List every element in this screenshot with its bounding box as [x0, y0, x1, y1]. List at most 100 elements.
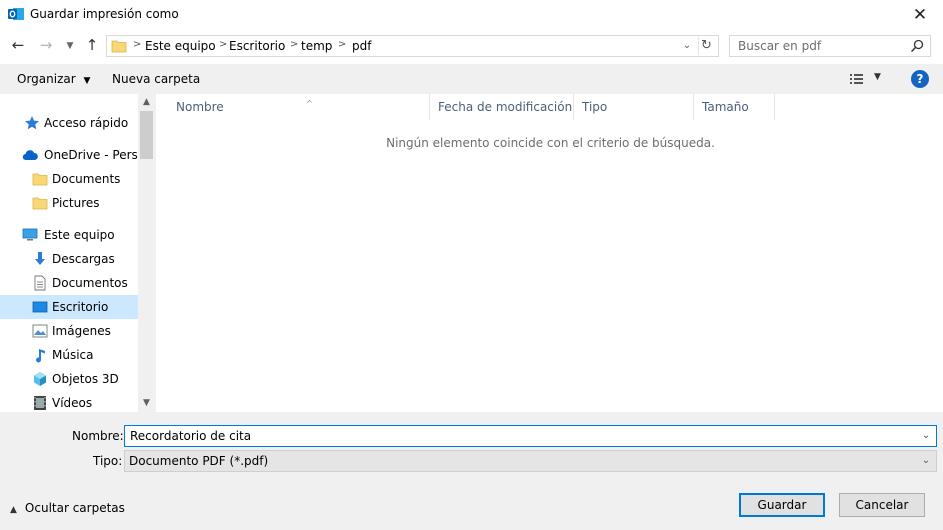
sidebar-item-pictures-onedrive[interactable]: Pictures [0, 191, 138, 215]
search-icon[interactable] [909, 38, 925, 54]
address-bar[interactable]: > Este equipo > Escritorio > temp > pdf … [106, 35, 719, 57]
refresh-icon: ↻ [701, 38, 712, 53]
column-header-label: Nombre [176, 100, 224, 114]
organize-button[interactable]: Organizar ▼ [17, 72, 90, 86]
sidebar-item-label: Vídeos [52, 396, 93, 410]
recent-locations-button[interactable]: ▼ [64, 38, 76, 54]
folder-icon [32, 173, 48, 186]
sidebar-item-music[interactable]: Música [0, 343, 138, 367]
sidebar-item-label: Descargas [52, 252, 115, 266]
file-name-combobox[interactable]: ⌄ [124, 425, 937, 447]
new-folder-button[interactable]: Nueva carpeta [112, 72, 200, 86]
file-name-input[interactable] [125, 426, 915, 446]
up-button[interactable]: ↑ [82, 36, 102, 56]
change-view-button[interactable]: ▼ [848, 71, 886, 87]
file-type-dropdown-button[interactable]: ⌄ [918, 452, 934, 470]
sidebar-item-documents-onedrive[interactable]: Documents [0, 167, 138, 191]
back-button[interactable]: ← [8, 36, 28, 56]
breadcrumb-separator-icon: > [133, 39, 142, 50]
refresh-button[interactable]: ↻ [698, 37, 714, 55]
hide-folders-button[interactable]: ▲ Ocultar carpetas [10, 501, 125, 515]
breadcrumb-separator-icon: > [290, 39, 299, 50]
window-title: Guardar impresión como [30, 7, 179, 21]
arrow-left-icon: ← [11, 36, 25, 54]
column-header-label: Fecha de modificación [438, 100, 573, 114]
chevron-down-icon: ▼ [874, 72, 881, 82]
image-icon [32, 324, 48, 338]
breadcrumb-item[interactable]: Este equipo [145, 39, 216, 53]
document-icon [34, 275, 46, 291]
sidebar-item-this-pc[interactable]: Este equipo [0, 223, 138, 247]
empty-state-message: Ningún elemento coincide con el criterio… [386, 136, 715, 150]
chevron-up-icon: ▲ [10, 505, 17, 515]
sidebar-item-label: Documentos [52, 276, 128, 290]
file-type-label: Tipo: [93, 454, 123, 468]
folder-icon [111, 40, 127, 53]
sidebar-item-quick-access[interactable]: Acceso rápido [0, 111, 138, 135]
download-icon [35, 252, 45, 265]
scroll-thumb[interactable] [140, 111, 153, 159]
sidebar-item-label: Pictures [52, 196, 100, 210]
column-header-type[interactable]: Tipo [574, 94, 694, 120]
breadcrumb-item[interactable]: pdf [352, 39, 371, 53]
help-icon: ? [916, 72, 924, 86]
arrow-right-icon: → [39, 36, 53, 54]
column-header-label: Tamaño [702, 100, 749, 114]
sidebar-item-label: Imágenes [52, 324, 111, 338]
search-box[interactable] [729, 35, 931, 57]
search-input[interactable] [730, 36, 910, 56]
sidebar-item-onedrive[interactable]: OneDrive - Personal [0, 143, 138, 167]
breadcrumb-separator-icon: > [219, 39, 228, 50]
music-icon [36, 349, 45, 363]
column-header-size[interactable]: Tamaño [694, 94, 775, 120]
arrow-up-icon: ↑ [85, 36, 99, 54]
organize-label: Organizar [17, 72, 76, 86]
hide-folders-label: Ocultar carpetas [24, 501, 125, 515]
sidebar-item-documents[interactable]: Documentos [0, 271, 138, 295]
save-button[interactable]: Guardar [739, 493, 825, 517]
outlook-icon [8, 8, 24, 20]
breadcrumb-item[interactable]: temp [301, 39, 332, 53]
sidebar-item-images[interactable]: Imágenes [0, 319, 138, 343]
column-header-date[interactable]: Fecha de modificación [430, 94, 574, 120]
sidebar-item-desktop[interactable]: Escritorio [0, 295, 138, 319]
forward-button[interactable]: → [36, 36, 56, 56]
file-list[interactable]: Nombre ^ Fecha de modificación Tipo Tama… [158, 94, 943, 412]
star-icon [25, 116, 39, 130]
details-view-icon [850, 74, 863, 84]
chevron-down-icon: ▼ [66, 41, 74, 51]
navigation-pane: Acceso rápido OneDrive - Personal Docume… [0, 94, 156, 412]
sidebar-item-3d-objects[interactable]: Objetos 3D [0, 367, 138, 391]
chevron-up-icon: ▲ [143, 97, 150, 107]
address-dropdown-button[interactable]: ⌄ [680, 38, 694, 54]
scroll-down-button[interactable]: ▼ [138, 395, 155, 412]
close-button[interactable]: ✕ [897, 0, 943, 30]
breadcrumb-item[interactable]: Escritorio [229, 39, 285, 53]
sidebar-item-label: Este equipo [44, 228, 115, 242]
sidebar-item-label: Documents [52, 172, 121, 186]
sidebar-item-videos[interactable]: Vídeos [0, 391, 138, 412]
desktop-icon [32, 301, 48, 313]
sidebar-item-label: Objetos 3D [52, 372, 119, 386]
cancel-button[interactable]: Cancelar [839, 493, 925, 517]
cube-icon [34, 372, 46, 386]
file-name-dropdown-button[interactable]: ⌄ [918, 427, 934, 445]
breadcrumb-separator-icon: > [338, 39, 347, 50]
video-icon [34, 396, 46, 410]
chevron-down-icon: ⌄ [682, 40, 692, 51]
sidebar-item-label: OneDrive - Personal [44, 148, 138, 162]
sidebar-item-label: Escritorio [52, 300, 109, 314]
file-type-select[interactable]: Documento PDF (*.pdf) ⌄ [124, 450, 937, 472]
scroll-up-button[interactable]: ▲ [138, 94, 155, 111]
command-bar: Organizar ▼ Nueva carpeta ▼ ? [0, 64, 943, 94]
sort-ascending-icon: ^ [306, 99, 313, 108]
sidebar-scrollbar[interactable]: ▲ ▼ [138, 94, 155, 412]
close-icon: ✕ [912, 5, 928, 25]
cloud-icon [22, 150, 38, 161]
help-button[interactable]: ? [911, 70, 929, 88]
chevron-down-icon: ⌄ [921, 430, 931, 441]
sidebar-item-downloads[interactable]: Descargas [0, 247, 138, 271]
chevron-down-icon: ▼ [143, 398, 150, 408]
sidebar-item-label: Música [52, 348, 94, 362]
column-header-name[interactable]: Nombre ^ [168, 94, 430, 120]
